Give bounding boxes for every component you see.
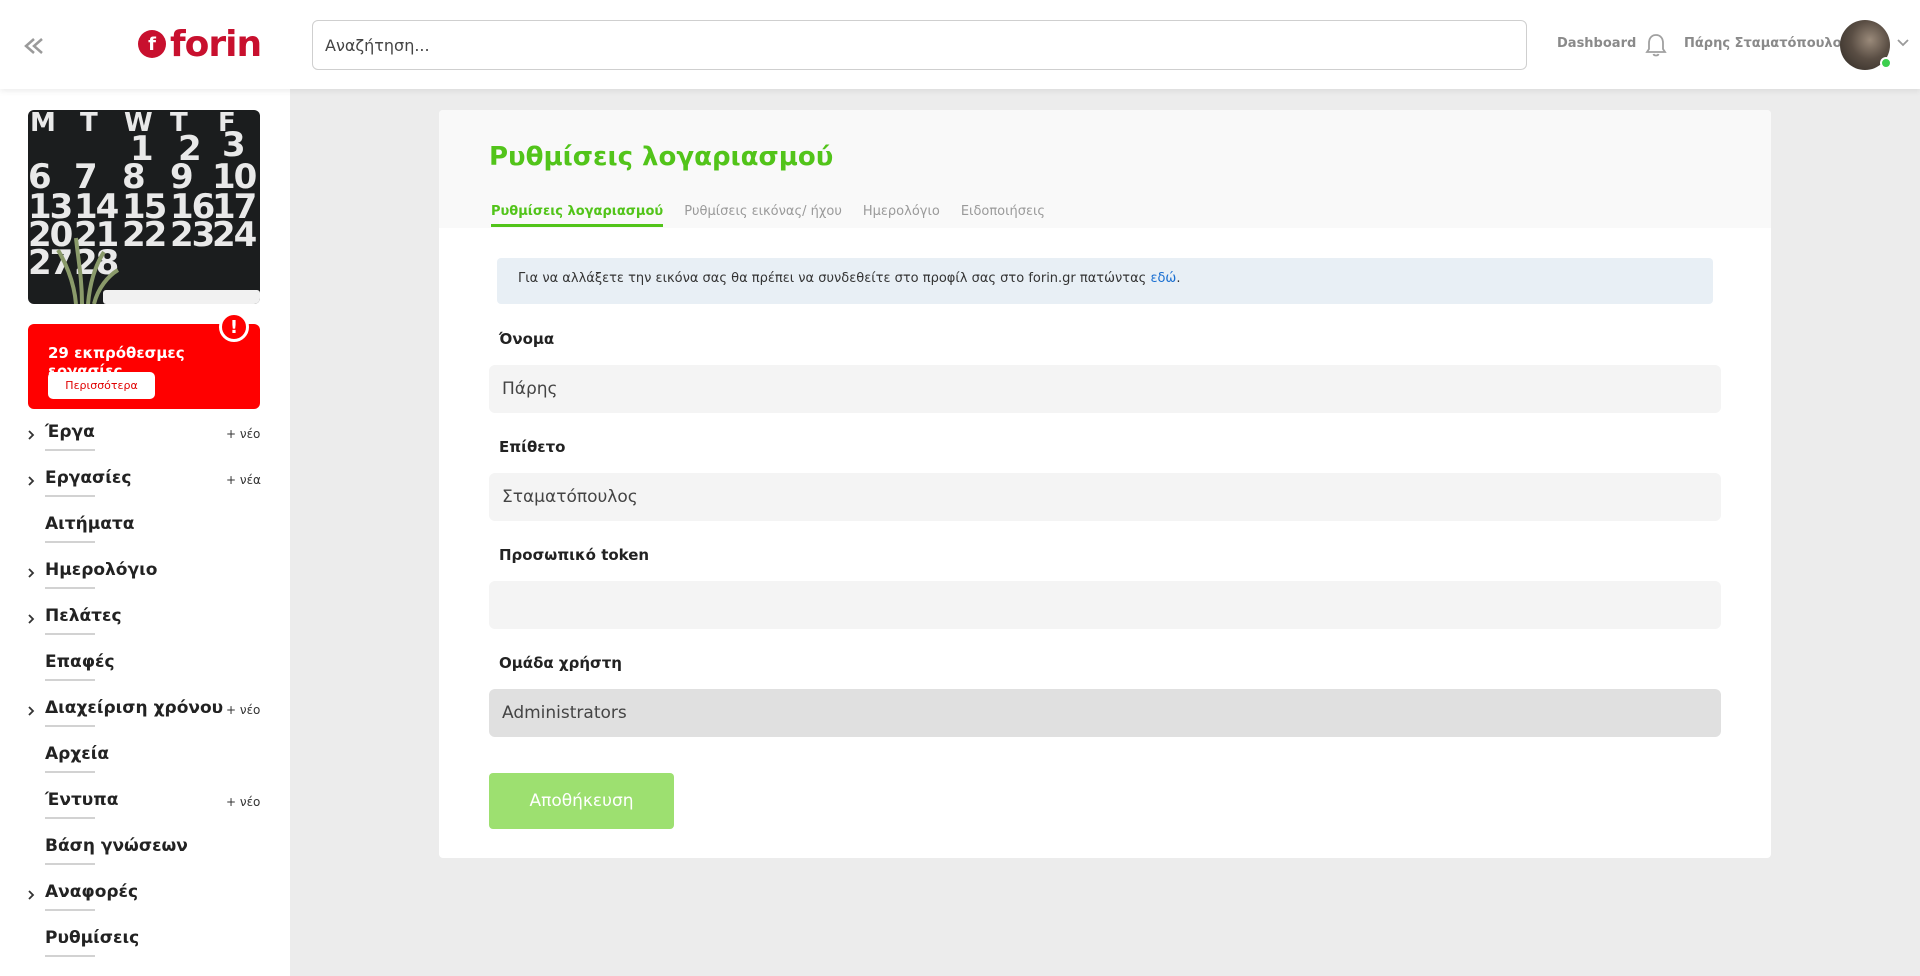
sidebar-item-knowledge-base[interactable]: Βάση γνώσεων (0, 833, 290, 873)
top-header: f forin Dashboard Πάρης Σταματόπουλος (0, 0, 1920, 89)
info-banner: Για να αλλάξετε την εικόνα σας θα πρέπει… (497, 258, 1713, 304)
menu-underline (45, 771, 95, 773)
chevron-right-icon (28, 568, 35, 578)
last-name-field[interactable] (489, 473, 1721, 521)
info-suffix: . (1176, 271, 1181, 286)
menu-underline (45, 633, 95, 635)
card-header: Ρυθμίσεις λογαριασμού Ρυθμίσεις λογαριασ… (439, 110, 1771, 228)
user-group-label: Ομάδα χρήστη (499, 654, 622, 672)
last-name-label: Επίθετο (499, 438, 566, 456)
sidebar-item-tasks[interactable]: Εργασίες + νέα (0, 465, 290, 505)
page-title: Ρυθμίσεις λογαριασμού (489, 142, 834, 172)
online-status-indicator (1880, 57, 1892, 69)
chevron-right-icon (28, 614, 35, 624)
menu-underline (45, 817, 95, 819)
more-button[interactable]: Περισσότερα (48, 372, 155, 399)
sidebar-item-label: Αρχεία (45, 744, 110, 764)
collapse-sidebar-icon[interactable] (20, 28, 48, 64)
menu-underline (45, 955, 95, 957)
sidebar-item-label: Βάση γνώσεων (45, 836, 188, 856)
menu-underline (45, 863, 95, 865)
add-new-projects-link[interactable]: + νέο (226, 427, 260, 441)
sidebar-item-label: Αιτήματα (45, 514, 135, 534)
user-group-field (489, 689, 1721, 737)
chevron-right-icon (28, 430, 35, 440)
info-here-link[interactable]: εδώ (1150, 271, 1176, 286)
sidebar-item-label: Εργασίες (45, 468, 132, 488)
calendar-number: 24 (212, 215, 257, 255)
chevron-down-icon[interactable] (1896, 38, 1910, 48)
sidebar-item-contacts[interactable]: Επαφές (0, 649, 290, 689)
sidebar-item-label: Ρυθμίσεις (45, 928, 140, 948)
sidebar-item-label: Έντυπα (45, 790, 119, 810)
chevron-right-icon (28, 476, 35, 486)
account-settings-card: Ρυθμίσεις λογαριασμού Ρυθμίσεις λογαριασ… (439, 110, 1771, 858)
menu-underline (45, 679, 95, 681)
sidebar-item-label: Έργα (45, 422, 95, 442)
search-input[interactable] (312, 20, 1527, 70)
sidebar-item-label: Επαφές (45, 652, 115, 672)
menu-underline (45, 725, 95, 727)
settings-tabs: Ρυθμίσεις λογαριασμού Ρυθμίσεις εικόνας/… (491, 204, 1066, 228)
sidebar-item-requests[interactable]: Αιτήματα (0, 511, 290, 551)
logo-mark-icon: f (138, 30, 166, 58)
sidebar-item-label: Διαχείριση χρόνου (45, 698, 224, 718)
dashboard-link[interactable]: Dashboard (1557, 36, 1636, 51)
personal-token-field[interactable] (489, 581, 1721, 629)
tab-account-settings[interactable]: Ρυθμίσεις λογαριασμού (491, 204, 664, 228)
chevron-right-icon (28, 706, 35, 716)
menu-underline (45, 541, 95, 543)
info-text: Για να αλλάξετε την εικόνα σας θα πρέπει… (518, 271, 1151, 286)
sidebar-item-calendar[interactable]: Ημερολόγιο (0, 557, 290, 597)
logo-text: forin (170, 23, 262, 65)
sidebar-item-files[interactable]: Αρχεία (0, 741, 290, 781)
first-name-field[interactable] (489, 365, 1721, 413)
tab-image-sound-settings[interactable]: Ρυθμίσεις εικόνας/ ήχου (684, 204, 842, 228)
add-new-forms-link[interactable]: + νέο (226, 795, 260, 809)
sidebar-item-reports[interactable]: Αναφορές (0, 879, 290, 919)
add-new-time-management-link[interactable]: + νέο (226, 703, 260, 717)
menu-underline (45, 449, 95, 451)
menu-underline (45, 587, 95, 589)
bell-icon[interactable] (1644, 32, 1668, 58)
sidebar-item-label: Πελάτες (45, 606, 122, 626)
alert-exclamation-icon: ! (219, 312, 249, 342)
sidebar-item-time-management[interactable]: Διαχείριση χρόνου + νέο (0, 695, 290, 735)
calendar-day-letter: M (30, 110, 56, 138)
add-new-tasks-link[interactable]: + νέα (226, 473, 261, 487)
calendar-day-letter: T (80, 110, 98, 138)
first-name-label: Όνομα (499, 330, 555, 348)
menu-underline (45, 909, 95, 911)
sidebar-item-label: Αναφορές (45, 882, 139, 902)
save-button[interactable]: Αποθήκευση (489, 773, 674, 829)
chevron-right-icon (28, 890, 35, 900)
user-name-link[interactable]: Πάρης Σταματόπουλος (1684, 36, 1849, 51)
sidebar-item-settings[interactable]: Ρυθμίσεις (0, 925, 290, 965)
tab-notifications[interactable]: Ειδοποιήσεις (961, 204, 1045, 228)
sidebar-item-forms[interactable]: Έντυπα + νέο (0, 787, 290, 827)
calendar-bar (103, 290, 260, 304)
tab-calendar[interactable]: Ημερολόγιο (863, 204, 940, 228)
forin-logo[interactable]: f forin (138, 22, 262, 66)
calendar-image: M T W T F 1 2 3 6 7 8 9 10 13 14 15 16 17 20 21 22 23 24 2… (28, 110, 260, 304)
calendar-number: 23 (170, 215, 215, 255)
calendar-number: 22 (122, 215, 167, 255)
menu-underline (45, 495, 95, 497)
sidebar: M T W T F 1 2 3 6 7 8 9 10 13 14 15 16 17 20 21 22 23 24 2… (0, 89, 290, 976)
sidebar-item-label: Ημερολόγιο (45, 560, 158, 580)
sidebar-item-clients[interactable]: Πελάτες (0, 603, 290, 643)
sidebar-item-projects[interactable]: Έργα + νέο (0, 419, 290, 459)
personal-token-label: Προσωπικό token (499, 546, 650, 564)
